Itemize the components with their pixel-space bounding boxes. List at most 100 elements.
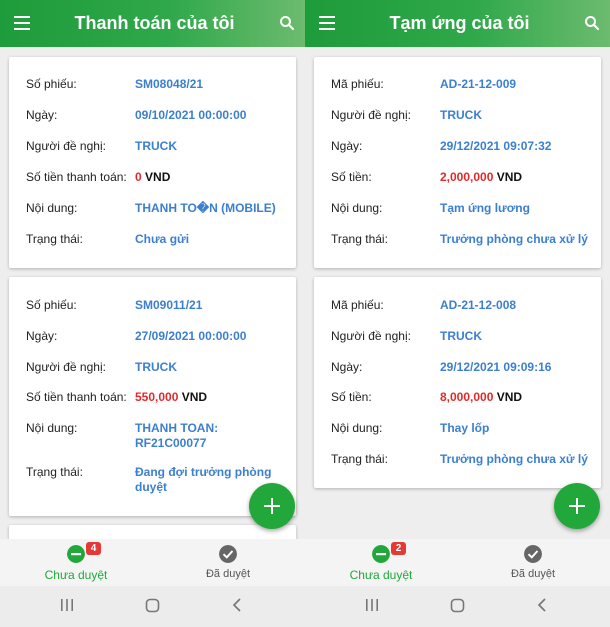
search-icon[interactable] bbox=[279, 15, 295, 31]
amount-value: 0 VND bbox=[135, 170, 286, 185]
field-label: Ngày: bbox=[331, 360, 363, 374]
requester-value: TRUCK bbox=[440, 329, 482, 343]
check-circle-icon bbox=[524, 545, 542, 563]
add-button[interactable] bbox=[249, 483, 295, 529]
voucher-code: AD-21-12-008 bbox=[440, 298, 517, 312]
currency-unit: VND bbox=[496, 390, 523, 404]
content-value: THANH TOAN: RF21C00077 bbox=[135, 421, 286, 451]
field-label: Người đề nghị: bbox=[331, 329, 411, 343]
tab-pending-label: Chưa duyệt bbox=[44, 568, 108, 582]
tab-approved-label: Đã duyệt bbox=[205, 568, 251, 580]
plus-icon bbox=[569, 498, 585, 514]
field-label: Trạng thái: bbox=[26, 232, 83, 246]
field-label: Người đề nghị: bbox=[26, 139, 106, 153]
tab-approved[interactable]: Đã duyệt bbox=[457, 539, 609, 586]
field-label: Số tiền: bbox=[331, 390, 372, 404]
field-label: Số phiếu: bbox=[26, 298, 77, 312]
content-value: Tạm ứng lương bbox=[440, 201, 530, 215]
field-label: Ngày: bbox=[26, 329, 58, 343]
voucher-code: AD-21-12-009 bbox=[440, 77, 517, 91]
amount-value: 8,000,000 VND bbox=[440, 390, 591, 405]
field-label: Người đề nghị: bbox=[331, 108, 411, 122]
amount-number: 550,000 bbox=[135, 390, 179, 404]
status-line-2: duyệt bbox=[135, 480, 168, 494]
hamburger-menu-icon[interactable] bbox=[319, 16, 335, 30]
currency-unit: VND bbox=[496, 170, 523, 184]
page-title: Tạm ứng của tôi bbox=[389, 13, 530, 33]
requester-value: TRUCK bbox=[440, 108, 482, 122]
field-label: Người đề nghị: bbox=[26, 360, 106, 374]
field-label: Số tiền thanh toán: bbox=[26, 170, 127, 184]
field-label: Trạng thái: bbox=[331, 232, 388, 246]
app-bar: Thanh toán của tôi bbox=[0, 0, 305, 47]
field-label: Nội dung: bbox=[26, 421, 78, 435]
minus-circle-icon bbox=[372, 545, 390, 563]
content-value: Thay lốp bbox=[440, 421, 490, 435]
system-navigation-bar bbox=[0, 586, 305, 627]
field-label: Nội dung: bbox=[26, 201, 78, 215]
field-label: Ngày: bbox=[26, 108, 58, 122]
recents-icon[interactable] bbox=[60, 598, 74, 612]
payment-card[interactable]: Số phiếu: SM09011/21 Ngày: 27/09/2021 00… bbox=[9, 277, 296, 516]
field-label: Trạng thái: bbox=[26, 465, 83, 479]
field-label: Số phiếu: bbox=[26, 77, 77, 91]
amount-number: 0 bbox=[135, 170, 142, 184]
search-icon[interactable] bbox=[584, 15, 600, 31]
field-label: Mã phiếu: bbox=[331, 298, 384, 312]
status-value: Trưởng phòng chưa xử lý bbox=[440, 232, 588, 246]
hamburger-menu-icon[interactable] bbox=[14, 16, 30, 30]
amount-value: 550,000 VND bbox=[135, 390, 286, 405]
currency-unit: VND bbox=[181, 390, 208, 404]
pending-count-badge: 2 bbox=[391, 542, 406, 555]
voucher-number: SM09011/21 bbox=[135, 298, 203, 312]
field-label: Nội dung: bbox=[331, 201, 383, 215]
amount-number: 2,000,000 bbox=[440, 170, 494, 184]
field-label: Ngày: bbox=[331, 139, 363, 153]
status-value: Chưa gửi bbox=[135, 232, 190, 246]
tab-approved-label: Đã duyệt bbox=[510, 568, 556, 580]
back-icon[interactable] bbox=[537, 598, 547, 612]
add-button[interactable] bbox=[554, 483, 600, 529]
system-navigation-bar bbox=[305, 586, 610, 627]
tab-pending-label: Chưa duyệt bbox=[349, 568, 413, 582]
payment-card[interactable]: Số phiếu: SM08048/21 Ngày: 09/10/2021 00… bbox=[9, 57, 296, 268]
app-bar: Tạm ứng của tôi bbox=[305, 0, 610, 47]
status-value: Trưởng phòng chưa xử lý bbox=[440, 452, 588, 466]
amount-number: 8,000,000 bbox=[440, 390, 494, 404]
bottom-navigation: 2 Chưa duyệt Đã duyệt bbox=[305, 539, 610, 586]
content-value: THANH TO�N (MOBILE) bbox=[135, 201, 276, 215]
tab-pending[interactable]: 2 Chưa duyệt bbox=[305, 539, 457, 586]
field-label: Nội dung: bbox=[331, 421, 383, 435]
bottom-navigation: 4 Chưa duyệt Đã duyệt bbox=[0, 539, 305, 586]
requester-value: TRUCK bbox=[135, 360, 177, 374]
advance-card[interactable]: Mã phiếu: AD-21-12-008 Người đề nghị: TR… bbox=[314, 277, 601, 488]
content-line-1: THANH TOAN: bbox=[135, 421, 219, 435]
tab-pending[interactable]: 4 Chưa duyệt bbox=[0, 539, 152, 586]
content-line-2: RF21C00077 bbox=[135, 436, 207, 450]
home-icon[interactable] bbox=[145, 598, 160, 613]
home-icon[interactable] bbox=[450, 598, 465, 613]
field-label: Trạng thái: bbox=[331, 452, 388, 466]
advance-card[interactable]: Mã phiếu: AD-21-12-009 Người đề nghị: TR… bbox=[314, 57, 601, 268]
field-label: Số tiền: bbox=[331, 170, 372, 184]
requester-value: TRUCK bbox=[135, 139, 177, 153]
page-title: Thanh toán của tôi bbox=[74, 13, 235, 33]
advance-screen: Tạm ứng của tôi Mã phiếu: AD-21-12-009 N… bbox=[305, 0, 610, 627]
currency-unit: VND bbox=[145, 170, 171, 184]
plus-icon bbox=[264, 498, 280, 514]
voucher-number: SM08048/21 bbox=[135, 77, 204, 91]
recents-icon[interactable] bbox=[365, 598, 379, 612]
date-value: 29/12/2021 09:07:32 bbox=[440, 139, 552, 153]
check-circle-icon bbox=[219, 545, 237, 563]
back-icon[interactable] bbox=[232, 598, 242, 612]
field-label: Số tiền thanh toán: bbox=[26, 390, 127, 404]
date-value: 27/09/2021 00:00:00 bbox=[135, 329, 247, 343]
payment-screen: Thanh toán của tôi Số phiếu: SM08048/21 … bbox=[0, 0, 305, 627]
tab-approved[interactable]: Đã duyệt bbox=[152, 539, 304, 586]
pending-count-badge: 4 bbox=[86, 542, 101, 555]
date-value: 29/12/2021 09:09:16 bbox=[440, 360, 552, 374]
minus-circle-icon bbox=[67, 545, 85, 563]
amount-value: 2,000,000 VND bbox=[440, 170, 591, 185]
field-label: Mã phiếu: bbox=[331, 77, 384, 91]
status-line-1: Đang đợi trưởng phòng bbox=[135, 465, 272, 479]
